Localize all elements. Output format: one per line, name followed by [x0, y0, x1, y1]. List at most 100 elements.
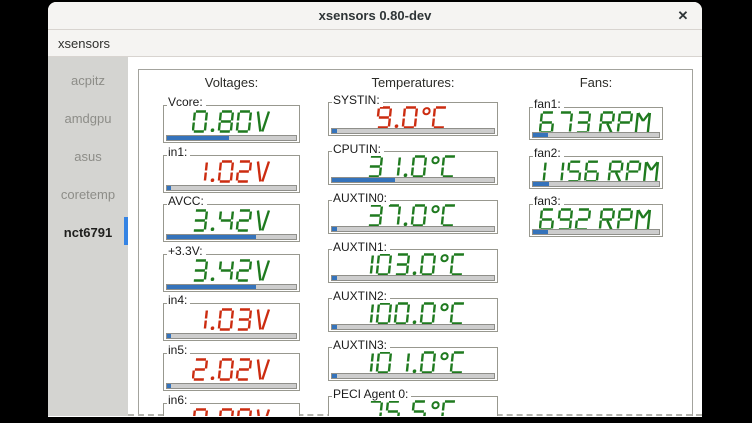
lcd-value	[330, 400, 496, 416]
lcd-value	[165, 110, 298, 133]
menu-item-xsensors[interactable]: xsensors	[48, 30, 120, 56]
sensor-frame	[529, 204, 663, 237]
sensor-progress-track	[532, 132, 660, 138]
sensor-progress-track	[532, 229, 660, 235]
sensor-avcc: AVCC:	[163, 195, 300, 242]
sidebar-item-nct6791[interactable]: nct6791	[48, 213, 128, 251]
sensor-progress-track	[166, 185, 297, 191]
lcd-value	[165, 408, 298, 416]
sensor-progress-fill	[533, 182, 549, 186]
titlebar: xsensors 0.80-dev ✕	[48, 2, 702, 30]
lcd-value	[165, 209, 298, 232]
sidebar-item-asus[interactable]: asus	[48, 137, 128, 175]
sensor-frame	[163, 303, 300, 341]
sensor-label: in1:	[167, 146, 190, 159]
sidebar-item-amdgpu[interactable]: amdgpu	[48, 99, 128, 137]
sensor-fan1: fan1:	[529, 98, 663, 140]
sidebar-item-label: asus	[74, 149, 101, 164]
sensor-progress-fill	[167, 285, 256, 289]
sidebar-item-label: acpitz	[71, 73, 105, 88]
sensor-label: AUXTIN2:	[332, 290, 390, 303]
sidebar-item-acpitz[interactable]: acpitz	[48, 61, 128, 99]
sensor-vcore: Vcore:	[163, 96, 300, 143]
sensor-auxtin2: AUXTIN2:	[328, 290, 498, 332]
column-header-fans: Fans:	[529, 75, 663, 90]
window-title: xsensors 0.80-dev	[319, 8, 432, 23]
sensor-progress-track	[166, 333, 297, 339]
sensor-frame	[529, 156, 663, 189]
lcd-value	[165, 259, 298, 282]
sensor-label: AUXTIN0:	[332, 192, 390, 205]
xsensors-window: xsensors 0.80-dev ✕ xsensors acpitz amdg…	[48, 2, 702, 417]
sensor-frame	[328, 200, 498, 234]
sensor-progress-fill	[167, 136, 229, 140]
sensor-peci-agent-0: PECI Agent 0:	[328, 388, 498, 416]
lcd-value	[531, 160, 661, 183]
sensor-progress-fill	[167, 334, 171, 338]
sensor-frame	[328, 347, 498, 381]
sensor-frame	[163, 254, 300, 292]
sensor-progress-fill	[332, 129, 337, 133]
sensor-progress-track	[331, 275, 495, 281]
sidebar-item-label: coretemp	[61, 187, 115, 202]
sensor-label: PECI Agent 0:	[332, 388, 411, 401]
sidebar-item-label: amdgpu	[65, 111, 112, 126]
lcd-value	[330, 253, 496, 276]
sensor-progress-fill	[167, 186, 171, 190]
sensor-progress-track	[532, 181, 660, 187]
sensor-fan2: fan2:	[529, 147, 663, 189]
sensor-frame	[163, 105, 300, 143]
sensor-progress-fill	[167, 235, 256, 239]
sensor-progress-fill	[167, 384, 171, 388]
sensor-3-3v: +3.3V:	[163, 245, 300, 292]
sensor-panel: Voltages: Vcore: in1: AVCC: +3.3V: in4: in5: in…	[128, 57, 702, 416]
lcd-value	[330, 106, 496, 129]
sensor-label: fan3:	[533, 195, 564, 208]
sensor-label: in6:	[167, 394, 190, 407]
sensor-label: AUXTIN1:	[332, 241, 390, 254]
sensor-progress-track	[331, 128, 495, 134]
sensor-progress-track	[166, 383, 297, 389]
column-header-voltages: Voltages:	[163, 75, 300, 90]
sensor-progress-fill	[332, 374, 337, 378]
sensor-in4: in4:	[163, 294, 300, 341]
sidebar-item-coretemp[interactable]: coretemp	[48, 175, 128, 213]
sensor-frame	[163, 155, 300, 193]
lcd-value	[330, 351, 496, 374]
lcd-value	[330, 302, 496, 325]
lcd-value	[531, 111, 661, 134]
sensor-label: SYSTIN:	[332, 94, 383, 107]
sensor-progress-fill	[332, 325, 337, 329]
sensor-auxtin1: AUXTIN1:	[328, 241, 498, 283]
sensor-progress-track	[331, 324, 495, 330]
sensor-progress-track	[166, 135, 297, 141]
sensor-frame	[163, 353, 300, 391]
sensor-label: AUXTIN3:	[332, 339, 390, 352]
sensor-label: in5:	[167, 344, 190, 357]
sidebar-item-label: nct6791	[64, 225, 112, 240]
menubar: xsensors	[48, 30, 702, 57]
desktop-background: xsensors 0.80-dev ✕ xsensors acpitz amdg…	[0, 0, 752, 423]
lcd-value	[531, 208, 661, 231]
sensor-in6: in6:	[163, 394, 300, 416]
sensor-progress-track	[166, 234, 297, 240]
sensor-progress-fill	[533, 133, 548, 137]
sensor-progress-fill	[332, 276, 337, 280]
sensor-auxtin0: AUXTIN0:	[328, 192, 498, 234]
sensor-frame	[328, 102, 498, 136]
column-header-temperatures: Temperatures:	[328, 75, 498, 90]
sensor-frame	[163, 204, 300, 242]
lcd-value	[165, 160, 298, 183]
sensor-in1: in1:	[163, 146, 300, 193]
sensor-progress-track	[166, 284, 297, 290]
close-icon[interactable]: ✕	[674, 7, 692, 25]
window-body: acpitz amdgpu asus coretemp nct6791 Volt…	[48, 57, 702, 416]
lcd-value	[330, 204, 496, 227]
lcd-value	[165, 358, 298, 381]
sensor-progress-fill	[332, 178, 395, 182]
sensor-progress-fill	[533, 230, 548, 234]
sensor-progress-track	[331, 373, 495, 379]
sensor-label: +3.3V:	[167, 245, 206, 258]
sensor-systin: SYSTIN:	[328, 94, 498, 136]
sensor-label: in4:	[167, 294, 190, 307]
